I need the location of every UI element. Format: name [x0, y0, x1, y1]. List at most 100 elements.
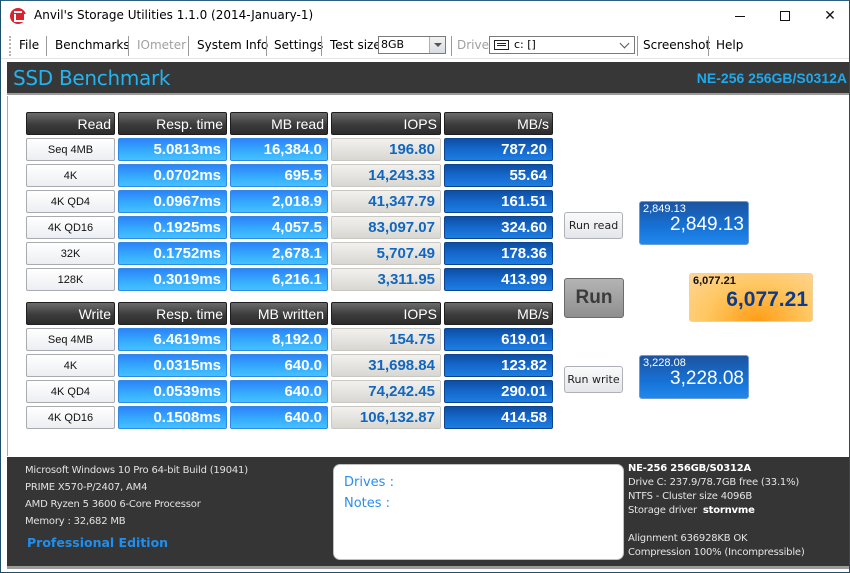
read-response-time: 0.1752ms	[118, 242, 227, 265]
write-header-test: Write	[26, 302, 115, 325]
read-mbps-value: 55.64	[444, 164, 553, 187]
write-score: 3,228.08	[670, 368, 744, 389]
read-header-test: Read	[26, 112, 115, 135]
write-header-resp: Resp. time	[118, 302, 227, 325]
read-iops-value: 14,243.33	[331, 164, 441, 187]
write-mbps-value: 123.82	[444, 354, 553, 377]
motherboard-info: PRIME X570-P/2407, AM4	[25, 482, 148, 493]
drive-icon	[494, 40, 509, 50]
menu-separator	[128, 36, 129, 56]
menu-separator	[266, 36, 267, 56]
compression-info: Compression 100% (Incompressible)	[628, 547, 805, 558]
dropdown-arrow-icon[interactable]	[429, 37, 445, 53]
read-test-name[interactable]: 4K QD4	[26, 190, 115, 213]
read-score: 2,849.13	[670, 214, 744, 235]
test-size-label: Test size	[330, 38, 381, 52]
write-header-iops: IOPS	[331, 302, 441, 325]
app-window: Anvil's Storage Utilities 1.1.0 (2014-Ja…	[0, 0, 850, 573]
run-read-button[interactable]: Run read	[564, 212, 623, 239]
toolbar-grip[interactable]	[9, 36, 11, 56]
close-button[interactable]: ✕	[807, 1, 850, 31]
write-test-name[interactable]: 4K QD4	[26, 380, 115, 403]
read-header-iops: IOPS	[331, 112, 441, 135]
read-header-resp: Resp. time	[118, 112, 227, 135]
memory-info: Memory : 32,682 MB	[25, 516, 126, 527]
window-title: Anvil's Storage Utilities 1.1.0 (2014-Ja…	[34, 8, 314, 22]
test-size-select[interactable]: 8GB	[378, 36, 446, 54]
write-test-name[interactable]: 4K QD16	[26, 406, 115, 429]
maximize-button[interactable]	[762, 1, 808, 31]
total-score-small: 6,077.21	[693, 275, 736, 287]
read-mb-transferred: 16,384.0	[230, 138, 328, 161]
menu-bar: File Benchmarks IOmeter System Info Sett…	[1, 32, 849, 59]
os-info: Microsoft Windows 10 Pro 64-bit Build (1…	[25, 465, 248, 476]
read-mbps-value: 161.51	[444, 190, 553, 213]
read-test-name[interactable]: 4K	[26, 164, 115, 187]
menu-separator	[637, 36, 638, 56]
notes-textbox[interactable]: Drives : Notes :	[333, 464, 624, 560]
drive-value: c: []	[514, 38, 536, 51]
drive-select[interactable]: c: []	[489, 36, 635, 54]
menu-separator	[451, 36, 452, 56]
read-test-name[interactable]: 4K QD16	[26, 216, 115, 239]
minimize-button[interactable]	[717, 1, 763, 31]
write-mb-transferred: 8,192.0	[230, 328, 328, 351]
menu-help[interactable]: Help	[716, 38, 743, 52]
read-iops-value: 41,347.79	[331, 190, 441, 213]
title-bar: Anvil's Storage Utilities 1.1.0 (2014-Ja…	[1, 1, 849, 31]
drive-label: Drive	[457, 38, 489, 52]
run-button[interactable]: Run	[564, 278, 624, 318]
write-mb-transferred: 640.0	[230, 380, 328, 403]
menu-file[interactable]: File	[19, 38, 39, 52]
menu-settings[interactable]: Settings	[274, 38, 323, 52]
drive-model: NE-256 256GB/S0312A	[628, 463, 751, 474]
menu-separator	[188, 36, 189, 56]
menu-iometer[interactable]: IOmeter	[137, 38, 186, 52]
read-header-mbps: MB/s	[444, 112, 553, 135]
write-test-name[interactable]: 4K	[26, 354, 115, 377]
read-response-time: 5.0813ms	[118, 138, 227, 161]
storage-driver: Storage driver stornvme	[628, 505, 755, 516]
info-footer: Microsoft Windows 10 Pro 64-bit Build (1…	[7, 457, 849, 569]
drive-model-text: NE-256 256GB/S0312A	[628, 463, 752, 474]
read-iops-value: 5,707.49	[331, 242, 441, 265]
menu-benchmarks[interactable]: Benchmarks	[55, 38, 130, 52]
write-response-time: 6.4619ms	[118, 328, 227, 351]
read-score-panel: 2,849.13 2,849.13	[639, 201, 749, 245]
write-test-name[interactable]: Seq 4MB	[26, 328, 115, 351]
write-mbps-value: 290.01	[444, 380, 553, 403]
run-write-button[interactable]: Run write	[564, 366, 623, 393]
write-iops-value: 154.75	[331, 328, 441, 351]
read-iops-value: 196.80	[331, 138, 441, 161]
chevron-down-icon[interactable]	[619, 38, 630, 49]
write-response-time: 0.0315ms	[118, 354, 227, 377]
total-score-panel: 6,077.21 6,077.21	[689, 273, 813, 322]
write-mb-transferred: 640.0	[230, 354, 328, 377]
read-test-name[interactable]: Seq 4MB	[26, 138, 115, 161]
write-mbps-value: 619.01	[444, 328, 553, 351]
menu-screenshot[interactable]: Screenshot	[643, 38, 710, 52]
read-iops-value: 83,097.07	[331, 216, 441, 239]
write-mbps-value: 414.58	[444, 406, 553, 429]
write-mb-transferred: 640.0	[230, 406, 328, 429]
write-response-time: 0.1508ms	[118, 406, 227, 429]
write-iops-value: 74,242.45	[331, 380, 441, 403]
read-test-name[interactable]: 32K	[26, 242, 115, 265]
read-mbps-value: 178.36	[444, 242, 553, 265]
test-size-value: 8GB	[381, 38, 405, 51]
read-test-name[interactable]: 128K	[26, 268, 115, 291]
edition-label: Professional Edition	[27, 535, 169, 550]
read-response-time: 0.3019ms	[118, 268, 227, 291]
drives-label: Drives :	[344, 475, 394, 490]
read-mbps-value: 787.20	[444, 138, 553, 161]
write-iops-value: 106,132.87	[331, 406, 441, 429]
menu-system-info[interactable]: System Info	[197, 38, 268, 52]
header-drive-name: NE-256 256GB/S0312A	[696, 70, 847, 86]
write-header-mb: MB written	[230, 302, 328, 325]
read-mb-transferred: 4,057.5	[230, 216, 328, 239]
anvil-app-icon	[10, 8, 26, 24]
read-mbps-value: 413.99	[444, 268, 553, 291]
page-title: SSD Benchmark	[13, 66, 171, 90]
minimize-icon	[735, 15, 745, 17]
read-response-time: 0.0702ms	[118, 164, 227, 187]
